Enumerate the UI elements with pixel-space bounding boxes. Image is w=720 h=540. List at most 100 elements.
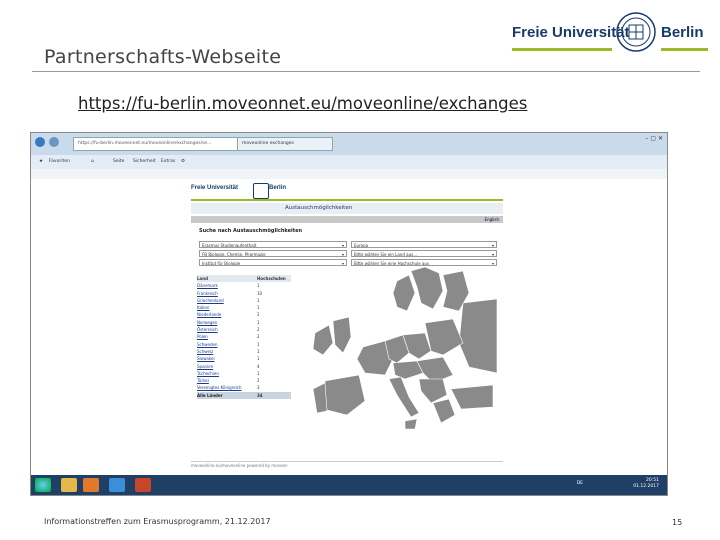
command-item-security[interactable]: Sicherheit (133, 155, 156, 169)
clock-date: 01.12.2017 (633, 484, 659, 489)
moveon-page: Freie Universität Berlin Austauschmöglic… (191, 183, 503, 473)
country-count: 4 (257, 363, 260, 369)
table-row[interactable]: Österreich 2 (197, 326, 291, 333)
slide-title: Partnerschafts-Webseite (44, 46, 282, 68)
country-link[interactable]: Griechenland (197, 298, 224, 303)
program-select[interactable]: Erasmus Studienaufenthalt ▾ (199, 241, 347, 248)
page-footer: moveonline.eu/moveonline powered by move… (191, 461, 503, 470)
table-row[interactable]: Slowakei 1 (197, 355, 291, 362)
page-logo-left: Freie Universität (191, 185, 239, 191)
table-row[interactable]: Niederlande 2 (197, 311, 291, 318)
country-count: 10 (257, 290, 263, 296)
country-link[interactable]: Österreich (197, 327, 218, 332)
internet-explorer-icon[interactable] (109, 478, 125, 492)
system-clock[interactable]: 20:51 01.12.2017 (633, 478, 659, 490)
command-item-extras[interactable]: Extras (161, 155, 175, 169)
explorer-icon[interactable] (61, 478, 77, 492)
total-label: Alle Länder (197, 392, 223, 398)
country-count: 1 (257, 305, 260, 311)
back-icon[interactable] (35, 137, 45, 147)
table-row[interactable]: Dänemark 1 (197, 282, 291, 289)
country-link[interactable]: Spanien (197, 364, 213, 369)
table-row[interactable]: Frankreich 10 (197, 290, 291, 297)
table-header: Land Hochschulen (197, 275, 291, 283)
page-number: 15 (672, 518, 683, 527)
browser-tabbar: https://fu-berlin.moveonnet.eu/moveonlin… (31, 133, 667, 155)
fu-seal-icon (616, 12, 656, 52)
language-link[interactable]: English (485, 217, 499, 222)
windows-taskbar: DE 20:51 01.12.2017 (31, 475, 667, 495)
country-count: 1 (257, 341, 260, 347)
command-bar: ★ Favoriten ⌂ Seite Sicherheit Extras ⚙ (31, 155, 667, 169)
table-row[interactable]: Griechenland 1 (197, 297, 291, 304)
browser-tab[interactable]: moveonline exchanges (237, 137, 333, 151)
country-select[interactable]: Bitte wählen Sie ein Land aus... ▾ (351, 250, 497, 257)
faculty-select[interactable]: FB Biologie, Chemie, Pharmazie ▾ (199, 250, 347, 257)
country-link[interactable]: Polen (197, 334, 208, 339)
program-select-value: Erasmus Studienaufenthalt (202, 243, 257, 248)
country-count: 1 (257, 356, 260, 362)
country-count: 1 (257, 370, 260, 376)
title-divider (32, 71, 700, 72)
partner-website-link[interactable]: https://fu-berlin.moveonnet.eu/moveonlin… (78, 94, 527, 113)
slide-footer: Informationstreffen zum Erasmusprogramm,… (44, 517, 271, 526)
table-row[interactable]: Italien 1 (197, 304, 291, 311)
country-link[interactable]: Schweden (197, 342, 218, 347)
logo-accent-bar (512, 48, 612, 51)
fu-berlin-logo: Freie Universität Berlin (512, 10, 708, 58)
browser-screenshot: https://fu-berlin.moveonnet.eu/moveonlin… (30, 132, 668, 496)
table-row[interactable]: Schweiz 1 (197, 348, 291, 355)
country-link[interactable]: Dänemark (197, 283, 218, 288)
country-link[interactable]: Norwegen (197, 320, 217, 325)
logo-left-text: Freie Universität (512, 24, 630, 41)
country-count: 2 (257, 378, 260, 384)
country-link[interactable]: Slowakei (197, 356, 215, 361)
region-select-value: Europa (354, 243, 369, 248)
country-link[interactable]: Türkei (197, 378, 209, 383)
country-link[interactable]: Frankreich (197, 291, 218, 296)
home-icon[interactable]: ⌂ (91, 155, 94, 169)
windows-start-icon[interactable] (35, 478, 51, 492)
favorites-label[interactable]: Favoriten (49, 155, 70, 169)
star-icon[interactable]: ★ (39, 155, 43, 169)
table-row[interactable]: Tschechien 1 (197, 370, 291, 377)
country-link[interactable]: Tschechien (197, 371, 219, 376)
chevron-down-icon: ▾ (491, 252, 494, 257)
table-total-row: Alle Länder 34 (197, 391, 291, 400)
media-player-icon[interactable] (83, 478, 99, 492)
chevron-down-icon: ▾ (341, 243, 344, 248)
europe-map[interactable] (293, 263, 498, 443)
region-select[interactable]: Europa ▾ (351, 241, 497, 248)
table-row[interactable]: Türkei 2 (197, 377, 291, 384)
language-bar (191, 216, 503, 223)
table-row[interactable]: Spanien 4 (197, 363, 291, 370)
table-row[interactable]: Polen 2 (197, 333, 291, 340)
page-header: Austauschmöglichkeiten (191, 203, 503, 214)
country-table: Land Hochschulen Dänemark 1 Frankreich 10 Gri… (197, 275, 291, 400)
country-count: 1 (257, 297, 260, 303)
country-count: 3 (257, 385, 260, 391)
forward-icon[interactable] (49, 137, 59, 147)
address-bar[interactable]: https://fu-berlin.moveonnet.eu/moveonlin… (73, 137, 239, 151)
country-link[interactable]: Vereinigtes Königreich (197, 385, 242, 390)
page-seal-icon (253, 183, 269, 199)
webpage-viewport: Freie Universität Berlin Austauschmöglic… (31, 179, 667, 475)
chevron-down-icon: ▾ (341, 252, 344, 257)
gear-icon[interactable]: ⚙ (181, 155, 185, 169)
page-logo-right: Berlin (269, 185, 287, 191)
country-link[interactable]: Schweiz (197, 349, 213, 354)
table-row[interactable]: Schweden 1 (197, 341, 291, 348)
country-count: 2 (257, 334, 260, 340)
logo-right-text: Berlin (661, 24, 704, 41)
column-header-count: Hochschulen (257, 276, 286, 281)
input-language[interactable]: DE (577, 481, 583, 486)
table-row[interactable]: Vereinigtes Königreich 3 (197, 384, 291, 391)
command-item-page[interactable]: Seite (113, 155, 124, 169)
window-controls[interactable]: – ▢ ✕ (645, 135, 663, 142)
powerpoint-icon[interactable] (135, 478, 151, 492)
table-row[interactable]: Norwegen 1 (197, 319, 291, 326)
country-count: 1 (257, 283, 260, 289)
country-link[interactable]: Italien (197, 305, 209, 310)
faculty-select-value: FB Biologie, Chemie, Pharmazie (202, 252, 266, 257)
country-link[interactable]: Niederlande (197, 312, 221, 317)
